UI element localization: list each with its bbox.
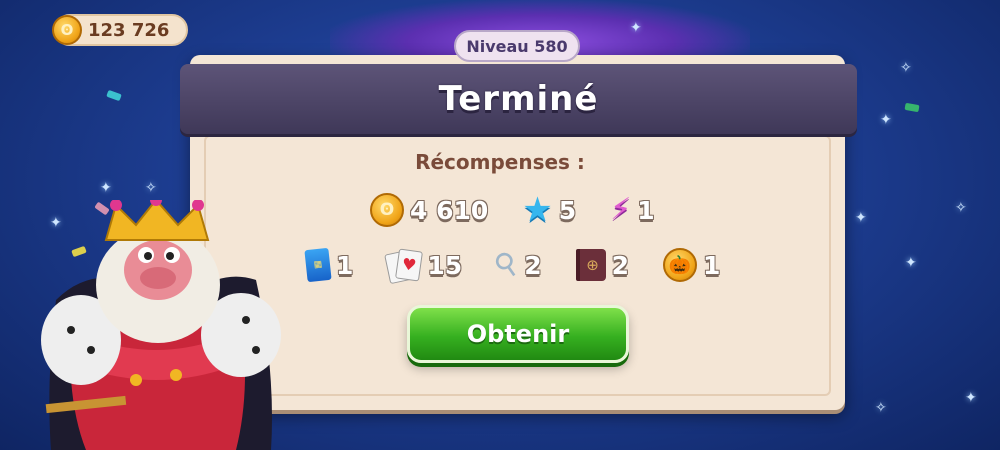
reward-count: 4 610 — [410, 195, 489, 225]
sparkle-icon: ✦ — [630, 20, 642, 36]
playing-cards-icon: ♥ — [384, 248, 424, 285]
passport-book-icon: ⊕ — [575, 249, 606, 281]
reward-stars: ★ 5 — [522, 193, 576, 227]
reward-count: 5 — [558, 195, 577, 225]
confetti — [106, 89, 122, 102]
reward-spoon: ⚲ 2 — [488, 244, 542, 285]
confetti — [904, 102, 920, 113]
pumpkin-coin-icon: 🎃 — [663, 248, 697, 282]
reward-count: 2 — [524, 250, 542, 280]
reward-count: 1 — [637, 195, 655, 225]
sparkle-icon: ✦ — [965, 390, 977, 406]
reward-coins: ʘ 4 610 — [370, 193, 488, 227]
sparkle-icon: ✦ — [100, 180, 112, 196]
dialog-title: Terminé — [438, 79, 599, 119]
coin-balance-value: 123 726 — [88, 19, 170, 41]
coin-balance: ʘ 123 726 — [52, 14, 188, 46]
reward-count: 15 — [427, 250, 463, 280]
claim-button[interactable]: Obtenir — [407, 305, 629, 363]
rewards-heading: Récompenses : — [415, 150, 585, 174]
sparkle-icon: ✦ — [855, 210, 867, 226]
king-character — [41, 200, 281, 450]
sparkle-icon: ✦ — [905, 255, 917, 271]
dialog-title-banner: Terminé — [180, 64, 857, 134]
sparkle-icon: ✧ — [955, 200, 967, 216]
reward-lightning: ⚡ 1 — [610, 195, 654, 225]
sparkle-icon: ✧ — [875, 400, 887, 416]
reward-cards: ♥ 15 — [384, 248, 463, 285]
gold-coin-icon: ʘ — [370, 193, 404, 227]
sparkle-icon: ✧ — [900, 60, 912, 76]
gold-coin-icon: ʘ — [52, 15, 82, 45]
reward-count: 1 — [703, 250, 721, 280]
rewards-row-2: ▦ 1 ♥ 15 ⚲ 2 ⊕ 2 🎃 1 — [304, 244, 720, 285]
reward-card-pack: ▦ 1 — [304, 247, 354, 283]
spoon-icon: ⚲ — [487, 243, 526, 286]
level-badge: Niveau 580 — [454, 30, 580, 62]
reward-count: 1 — [336, 250, 354, 280]
lightning-bolt-icon: ⚡ — [610, 192, 632, 227]
rewards-row-1: ʘ 4 610 ★ 5 ⚡ 1 — [370, 193, 655, 227]
reward-passport: ⊕ 2 — [575, 249, 629, 281]
sparkle-icon: ✧ — [145, 180, 157, 196]
card-pack-icon: ▦ — [304, 247, 332, 283]
blue-star-icon: ★ — [522, 190, 553, 230]
reward-count: 2 — [611, 250, 629, 280]
reward-pumpkin: 🎃 1 — [663, 248, 720, 282]
sparkle-icon: ✦ — [880, 112, 892, 128]
